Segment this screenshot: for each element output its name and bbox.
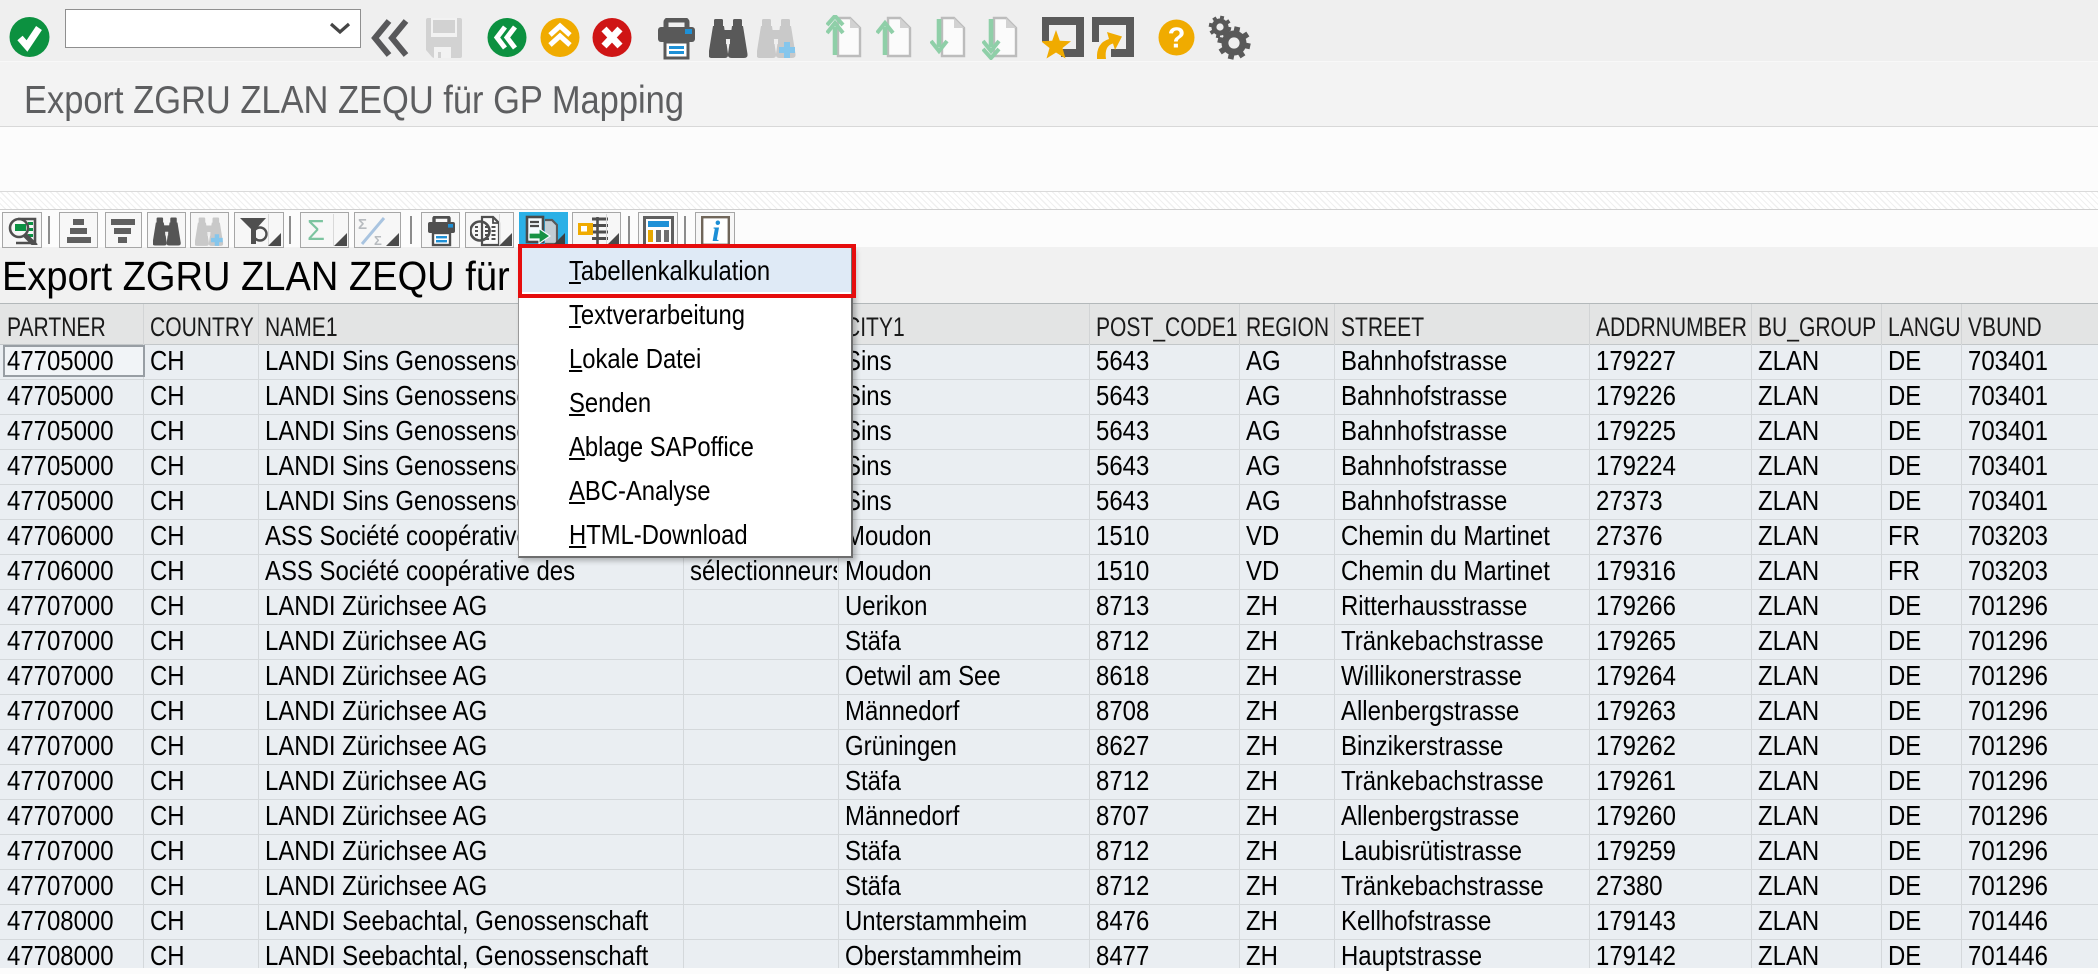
svg-text:Σ: Σ xyxy=(374,233,382,246)
svg-text:Σ: Σ xyxy=(358,216,367,233)
svg-text:?: ? xyxy=(1168,23,1186,55)
svg-text:i: i xyxy=(711,216,720,246)
